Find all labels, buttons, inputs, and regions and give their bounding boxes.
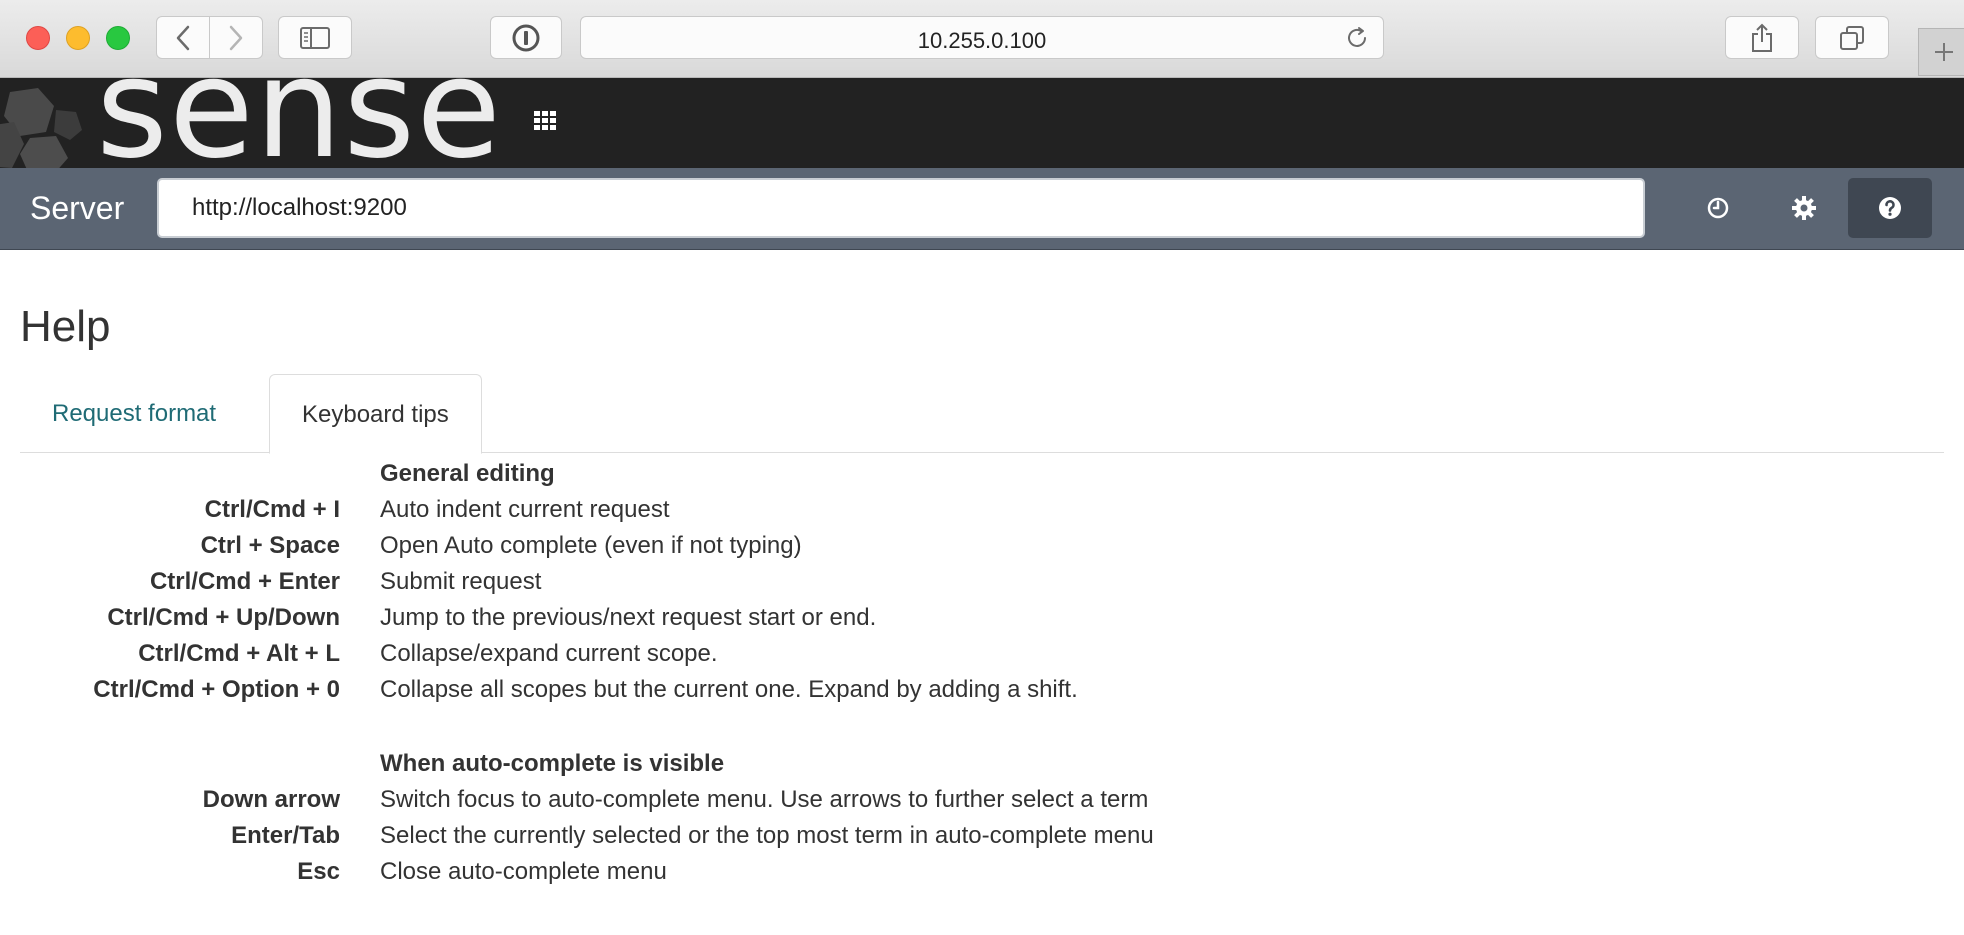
tip-row: Ctrl + Space Open Auto complete (even if…: [0, 528, 1964, 564]
shortcut-key: Ctrl/Cmd + Enter: [149, 568, 340, 595]
tip-row: Ctrl/Cmd + Option + 0 Collapse all scope…: [0, 672, 1964, 708]
sidebar-toggle-button[interactable]: [278, 16, 352, 59]
shortcut-description: Close auto-complete menu: [380, 858, 667, 885]
history-button[interactable]: [1676, 178, 1760, 238]
chevron-right-icon: [229, 25, 243, 50]
sense-logo-icon: [0, 88, 82, 168]
clock-icon: [1707, 197, 1729, 219]
apps-grid-icon[interactable]: [534, 111, 560, 131]
help-tabs: Request format Keyboard tips: [20, 374, 1944, 454]
tip-row: Ctrl/Cmd + Enter Submit request: [0, 564, 1964, 600]
new-tab-button[interactable]: [1918, 28, 1964, 76]
tip-row: Esc Close auto-complete menu: [0, 854, 1964, 890]
share-button[interactable]: [1725, 16, 1799, 59]
shortcut-key: Ctrl/Cmd + Up/Down: [107, 604, 340, 631]
back-button[interactable]: [156, 16, 210, 59]
shortcut-description: Open Auto complete (even if not typing): [380, 532, 802, 559]
minimize-window-button[interactable]: [66, 26, 90, 50]
section-heading-row: General editing: [0, 456, 1964, 492]
address-bar[interactable]: 10.255.0.100: [580, 16, 1384, 59]
shortcut-key: Esc: [297, 858, 340, 885]
page-title: Help: [20, 302, 111, 351]
shortcut-description: Collapse/expand current scope.: [380, 640, 718, 667]
reload-button[interactable]: [1345, 26, 1369, 55]
shortcut-key: Ctrl + Space: [200, 532, 340, 559]
help-button[interactable]: [1848, 178, 1932, 238]
privacy-icon: [512, 24, 540, 51]
tab-keyboard-tips[interactable]: Keyboard tips: [269, 374, 482, 454]
sidebar-icon: [300, 26, 330, 49]
shortcut-key: Down arrow: [202, 786, 340, 813]
server-label: Server: [30, 190, 125, 226]
server-bar: Server: [0, 168, 1964, 250]
section-heading: General editing: [380, 460, 555, 487]
shortcut-description: Submit request: [380, 568, 542, 595]
tip-row: Ctrl/Cmd + Alt + L Collapse/expand curre…: [0, 636, 1964, 672]
tip-row: Ctrl/Cmd + Up/Down Jump to the previous/…: [0, 600, 1964, 636]
shortcut-key: Ctrl/Cmd + I: [204, 496, 340, 523]
shortcut-description: Collapse all scopes but the current one.…: [380, 676, 1078, 703]
shortcut-description: Jump to the previous/next request start …: [380, 604, 877, 631]
close-window-button[interactable]: [26, 26, 50, 50]
zoom-window-button[interactable]: [106, 26, 130, 50]
shortcut-description: Select the currently selected or the top…: [380, 822, 1154, 849]
privacy-report-button[interactable]: [490, 16, 562, 59]
tabs-overview-icon: [1840, 25, 1864, 50]
share-icon: [1752, 23, 1772, 52]
plus-icon: [1934, 43, 1953, 61]
gear-icon: [1792, 196, 1816, 220]
address-bar-url: 10.255.0.100: [917, 28, 1047, 53]
tip-row: Ctrl/Cmd + I Auto indent current request: [0, 492, 1964, 528]
shortcut-description: Auto indent current request: [380, 496, 670, 523]
reload-icon: [1348, 27, 1366, 47]
keyboard-tips-table: General editing Ctrl/Cmd + I Auto indent…: [0, 456, 1964, 890]
settings-button[interactable]: [1762, 178, 1846, 238]
app-logo-text[interactable]: sense: [96, 78, 502, 168]
server-url-input[interactable]: [157, 178, 1645, 238]
tab-request-format[interactable]: Request format: [20, 374, 248, 453]
chevron-left-icon: [176, 25, 190, 50]
shortcut-key: Ctrl/Cmd + Option + 0: [93, 676, 340, 703]
shortcut-key: Ctrl/Cmd + Alt + L: [138, 640, 340, 667]
shortcut-key: Enter/Tab: [231, 822, 340, 849]
section-heading-row: When auto-complete is visible: [0, 746, 1964, 782]
forward-button[interactable]: [209, 16, 263, 59]
section-heading: When auto-complete is visible: [380, 750, 725, 777]
app-header: sense: [0, 78, 1964, 168]
tip-row: Down arrow Switch focus to auto-complete…: [0, 782, 1964, 818]
tip-row: Enter/Tab Select the currently selected …: [0, 818, 1964, 854]
tab-overview-button[interactable]: [1815, 16, 1889, 59]
browser-toolbar: 10.255.0.100: [0, 0, 1964, 78]
shortcut-description: Switch focus to auto-complete menu. Use …: [380, 786, 1149, 813]
question-icon: [1879, 197, 1901, 219]
